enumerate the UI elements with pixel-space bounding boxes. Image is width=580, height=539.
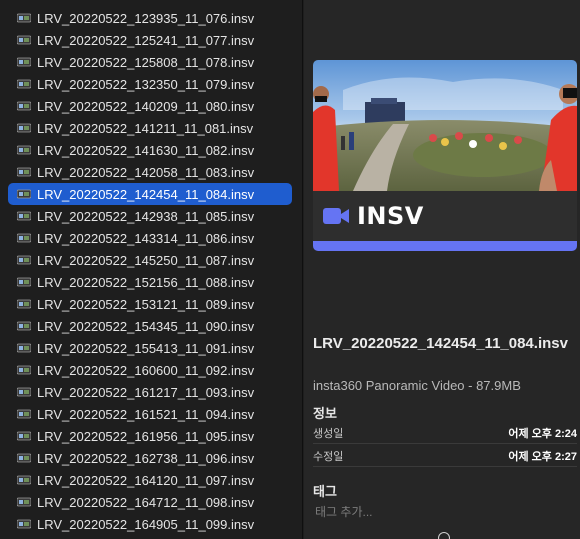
video-file-icon [17, 277, 31, 288]
modified-value: 어제 오후 2:27 [508, 450, 577, 463]
video-camera-icon [323, 208, 349, 224]
file-name-label: LRV_20220522_155413_11_091.insv [37, 340, 255, 356]
file-list: LRV_20220522_123935_11_076.insv LRV_20220… [8, 7, 292, 535]
video-file-icon [17, 123, 31, 134]
file-row[interactable]: LRV_20220522_161521_11_094.insv [8, 403, 292, 425]
file-name-label: LRV_20220522_125808_11_078.insv [37, 54, 255, 70]
file-name-label: LRV_20220522_164120_11_097.insv [37, 472, 255, 488]
video-file-icon [17, 475, 31, 486]
file-name-label: LRV_20220522_161217_11_093.insv [37, 384, 255, 400]
file-name-label: LRV_20220522_152156_11_088.insv [37, 274, 255, 290]
file-name-label: LRV_20220522_161521_11_094.insv [37, 406, 255, 422]
file-row[interactable]: LRV_20220522_164905_11_099.insv [8, 513, 292, 535]
file-name-label: LRV_20220522_142938_11_085.insv [37, 208, 255, 224]
inspector-pane: INSV LRV_20220522_142454_11_084.insv ins… [304, 0, 580, 539]
file-type-badge: INSV [313, 191, 577, 241]
file-name-label: LRV_20220522_132350_11_079.insv [37, 76, 255, 92]
video-file-icon [17, 321, 31, 332]
video-file-icon [17, 57, 31, 68]
video-file-icon [17, 167, 31, 178]
file-row[interactable]: LRV_20220522_123935_11_076.insv [8, 7, 292, 29]
info-section-heading: 정보 [313, 406, 337, 421]
file-name-label: LRV_20220522_141630_11_082.insv [37, 142, 255, 158]
modified-label: 수정일 [313, 450, 344, 463]
file-name-label: LRV_20220522_141211_11_081.insv [37, 120, 254, 136]
file-name-label: LRV_20220522_164905_11_099.insv [37, 516, 255, 532]
file-row[interactable]: LRV_20220522_141630_11_082.insv [8, 139, 292, 161]
file-row[interactable]: LRV_20220522_125808_11_078.insv [8, 51, 292, 73]
video-file-icon [17, 519, 31, 530]
video-file-icon [17, 101, 31, 112]
video-file-icon [17, 233, 31, 244]
file-name-label: LRV_20220522_161956_11_095.insv [37, 428, 255, 444]
created-value: 어제 오후 2:24 [508, 427, 577, 440]
tags-section-heading: 태그 [313, 484, 337, 499]
file-name-label: LRV_20220522_140209_11_080.insv [37, 98, 255, 114]
video-file-icon [17, 255, 31, 266]
video-file-icon [17, 453, 31, 464]
video-file-icon [17, 497, 31, 508]
created-label: 생성일 [313, 427, 344, 440]
file-row[interactable]: LRV_20220522_161956_11_095.insv [8, 425, 292, 447]
created-row: 생성일 어제 오후 2:24 [313, 422, 577, 444]
file-row[interactable]: LRV_20220522_142058_11_083.insv [8, 161, 292, 183]
video-file-icon [17, 35, 31, 46]
video-file-icon [17, 13, 31, 24]
file-row[interactable]: LRV_20220522_162738_11_096.insv [8, 447, 292, 469]
file-row[interactable]: LRV_20220522_154345_11_090.insv [8, 315, 292, 337]
file-row[interactable]: LRV_20220522_141211_11_081.insv [8, 117, 292, 139]
file-list-pane: LRV_20220522_123935_11_076.insv LRV_20220… [0, 0, 303, 539]
file-row[interactable]: LRV_20220522_132350_11_079.insv [8, 73, 292, 95]
file-name-label: LRV_20220522_142058_11_083.insv [37, 164, 255, 180]
video-file-icon [17, 431, 31, 442]
video-file-icon [17, 409, 31, 420]
file-row[interactable]: LRV_20220522_153121_11_089.insv [8, 293, 292, 315]
video-file-icon [17, 189, 31, 200]
file-name-label: LRV_20220522_153121_11_089.insv [37, 296, 255, 312]
file-row[interactable]: LRV_20220522_125241_11_077.insv [8, 29, 292, 51]
file-name-label: LRV_20220522_154345_11_090.insv [37, 318, 255, 334]
file-name-label: LRV_20220522_162738_11_096.insv [37, 450, 255, 466]
video-file-icon [17, 145, 31, 156]
file-name-label: LRV_20220522_145250_11_087.insv [37, 252, 255, 268]
file-row[interactable]: LRV_20220522_160600_11_092.insv [8, 359, 292, 381]
panorama-thumbnail [313, 60, 577, 191]
file-name-label: LRV_20220522_143314_11_086.insv [37, 230, 255, 246]
file-row[interactable]: LRV_20220522_164712_11_098.insv [8, 491, 292, 513]
circle-control-icon[interactable] [438, 532, 450, 539]
file-kind-size: insta360 Panoramic Video - 87.9MB [313, 378, 521, 393]
add-tag-field[interactable]: 태그 추가... [315, 503, 373, 520]
file-row[interactable]: LRV_20220522_142938_11_085.insv [8, 205, 292, 227]
file-name-label: LRV_20220522_125241_11_077.insv [37, 32, 255, 48]
modified-row: 수정일 어제 오후 2:27 [313, 445, 577, 467]
file-row[interactable]: LRV_20220522_143314_11_086.insv [8, 227, 292, 249]
video-file-icon [17, 365, 31, 376]
video-file-icon [17, 299, 31, 310]
file-preview: INSV [313, 60, 577, 251]
file-row[interactable]: LRV_20220522_164120_11_097.insv [8, 469, 292, 491]
file-row[interactable]: LRV_20220522_152156_11_088.insv [8, 271, 292, 293]
file-row-selected[interactable]: LRV_20220522_142454_11_084.insv [8, 183, 292, 205]
file-row[interactable]: LRV_20220522_140209_11_080.insv [8, 95, 292, 117]
video-file-icon [17, 79, 31, 90]
file-name-label: LRV_20220522_123935_11_076.insv [37, 10, 255, 26]
accent-bar [313, 241, 577, 251]
file-name: LRV_20220522_142454_11_084.insv [313, 335, 568, 352]
file-row[interactable]: LRV_20220522_145250_11_087.insv [8, 249, 292, 271]
file-name-label: LRV_20220522_142454_11_084.insv [37, 186, 255, 202]
video-file-icon [17, 387, 31, 398]
video-file-icon [17, 343, 31, 354]
file-row[interactable]: LRV_20220522_155413_11_091.insv [8, 337, 292, 359]
video-file-icon [17, 211, 31, 222]
file-name-label: LRV_20220522_164712_11_098.insv [37, 494, 255, 510]
file-row[interactable]: LRV_20220522_161217_11_093.insv [8, 381, 292, 403]
file-type-label: INSV [357, 202, 424, 230]
file-name-label: LRV_20220522_160600_11_092.insv [37, 362, 255, 378]
